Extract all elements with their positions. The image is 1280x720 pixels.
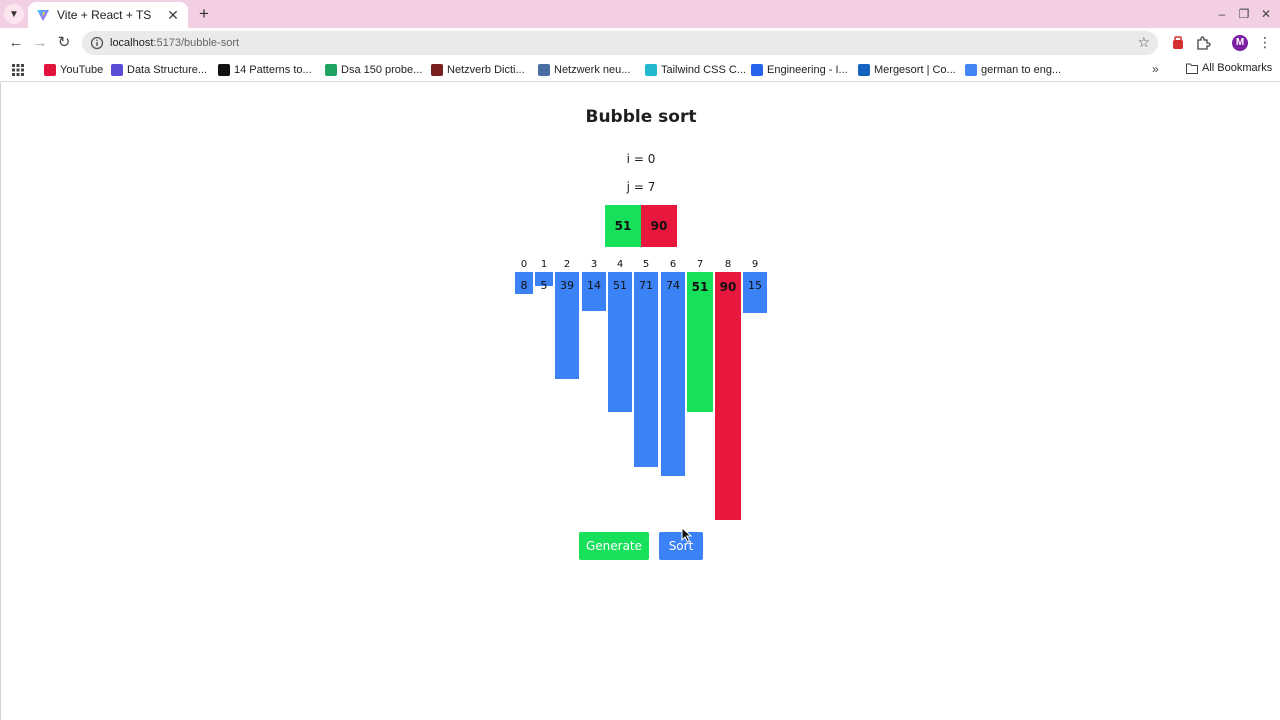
site-info-icon[interactable] — [90, 36, 104, 50]
bookmark-label: Mergesort | Co... — [874, 64, 956, 76]
d-letter-icon — [751, 64, 763, 76]
array-index-label: 3 — [590, 259, 598, 270]
array-bar: 51 — [687, 272, 713, 413]
array-bars: 0 8 1 5 2 39 3 14 4 51 5 71 6 74 7 51 8 90 9 15 — [1, 83, 1280, 720]
c-letter-icon — [858, 64, 870, 76]
network-icon — [538, 64, 550, 76]
bookmark-label: YouTube — [60, 64, 104, 76]
clock-icon — [218, 64, 230, 76]
array-bar: 5 — [535, 272, 553, 292]
array-bar: 14 — [582, 272, 606, 311]
restore-window-button[interactable]: ❐ — [1236, 6, 1252, 22]
bookmark-label: Dsa 150 probe... — [341, 64, 423, 76]
array-index-label: 9 — [751, 259, 759, 270]
close-tab-icon[interactable]: ✕ — [166, 7, 180, 24]
url-host: localhost — [110, 37, 154, 49]
array-bar: 39 — [555, 272, 579, 380]
youtube-icon — [44, 64, 56, 76]
bookmarks-overflow-icon[interactable]: » — [1152, 62, 1159, 76]
back-button[interactable]: ← — [6, 33, 26, 53]
bookmark-dsa-150[interactable]: Dsa 150 probe... — [325, 62, 422, 78]
tab-search-button[interactable]: ▼ — [4, 4, 24, 24]
extensions-puzzle-icon[interactable] — [1195, 35, 1211, 51]
tab-title: Vite + React + TS — [57, 8, 152, 22]
address-bar[interactable]: localhost:5173/bubble-sort ☆ — [82, 31, 1158, 55]
active-tab[interactable]: Vite + React + TS ✕ — [28, 2, 188, 28]
array-bar: 15 — [743, 272, 767, 314]
forward-button[interactable]: → — [30, 33, 50, 53]
array-bar: 71 — [634, 272, 658, 468]
udemy-icon — [111, 64, 123, 76]
browser-menu-icon[interactable]: ⋮ — [1258, 34, 1272, 51]
tab-strip: ▼ Vite + React + TS ✕ + – ❐ ✕ — [0, 0, 1280, 28]
bookmark-label: Netzverb Dicti... — [447, 64, 525, 76]
all-bookmarks-label: All Bookmarks — [1202, 62, 1273, 74]
array-index-label: 1 — [540, 259, 548, 270]
mouse-cursor-icon — [681, 527, 693, 543]
bookmark-label: Data Structure... — [127, 64, 208, 76]
google-icon — [965, 64, 977, 76]
profile-avatar[interactable]: M — [1232, 35, 1248, 51]
bookmark-label: german to eng... — [981, 64, 1062, 76]
all-bookmarks-folder[interactable]: All Bookmarks — [1186, 62, 1272, 74]
bookmark-14-patterns[interactable]: 14 Patterns to... — [218, 62, 312, 78]
extension-red-icon[interactable] — [1170, 35, 1186, 51]
url-path: :5173/bubble-sort — [153, 37, 240, 49]
bookmark-youtube[interactable]: YouTube — [44, 62, 103, 78]
bookmark-label: Tailwind CSS C... — [661, 64, 746, 76]
bookmarks-bar: YouTube Data Structure... 14 Patterns to… — [0, 58, 1280, 82]
bookmark-star-icon[interactable]: ☆ — [1137, 34, 1150, 51]
array-index-label: 8 — [724, 259, 732, 270]
generate-button[interactable]: Generate — [579, 532, 649, 560]
array-bar: 74 — [661, 272, 685, 476]
bookmark-netzwerk[interactable]: Netzwerk neu... — [538, 62, 630, 78]
array-bar: 90 — [715, 272, 741, 520]
bookmark-mergesort[interactable]: Mergesort | Co... — [858, 62, 956, 78]
array-index-label: 0 — [520, 259, 528, 270]
bookmark-label: 14 Patterns to... — [234, 64, 312, 76]
bookmark-german-to-english[interactable]: german to eng... — [965, 62, 1061, 78]
array-bar: 8 — [515, 272, 533, 294]
browser-toolbar: ← → ↻ localhost:5173/bubble-sort ☆ M ⋮ — [0, 28, 1280, 58]
bookmark-label: Engineering - I... — [767, 64, 848, 76]
array-index-label: 6 — [669, 259, 677, 270]
minimize-window-button[interactable]: – — [1214, 6, 1230, 22]
array-index-label: 7 — [696, 259, 704, 270]
bookmark-tailwind[interactable]: Tailwind CSS C... — [645, 62, 746, 78]
array-index-label: 4 — [616, 259, 624, 270]
folder-icon — [1186, 63, 1198, 74]
array-index-label: 5 — [642, 259, 650, 270]
apps-grid-icon[interactable] — [12, 64, 24, 76]
tailwind-icon — [645, 64, 657, 76]
array-index-label: 2 — [563, 259, 571, 270]
bookmark-label: Netzwerk neu... — [554, 64, 631, 76]
new-tab-button[interactable]: + — [194, 4, 214, 24]
array-bar: 51 — [608, 272, 632, 413]
sheets-icon — [325, 64, 337, 76]
netzverb-icon — [431, 64, 443, 76]
close-window-button[interactable]: ✕ — [1258, 6, 1274, 22]
bookmark-netzverb[interactable]: Netzverb Dicti... — [431, 62, 525, 78]
page-content: Bubble sort i = 0 j = 7 51 90 0 8 1 5 2 39 3 14… — [0, 83, 1280, 720]
bookmark-engineering[interactable]: Engineering - I... — [751, 62, 848, 78]
reload-button[interactable]: ↻ — [54, 33, 74, 53]
vite-favicon-icon — [37, 10, 49, 21]
bookmark-data-structure[interactable]: Data Structure... — [111, 62, 207, 78]
